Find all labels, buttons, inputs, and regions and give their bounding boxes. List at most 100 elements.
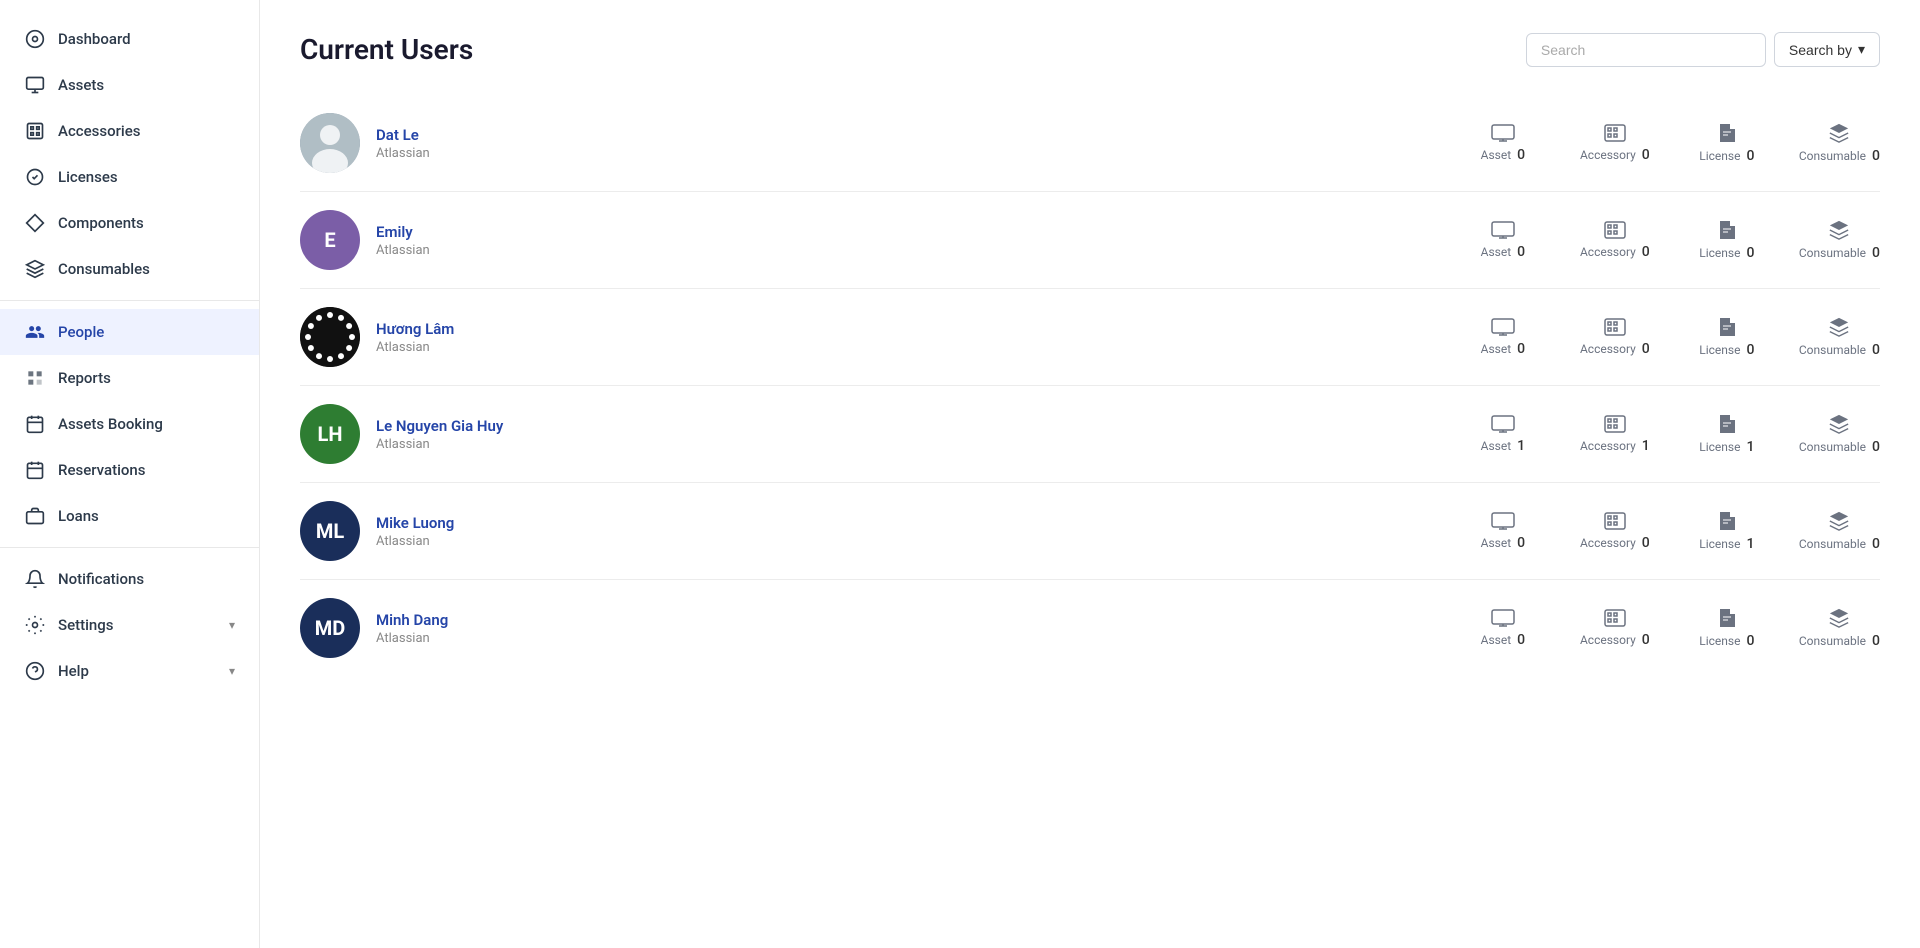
stat-value-license: 1 bbox=[1746, 439, 1754, 455]
user-name[interactable]: Mike Luong bbox=[376, 514, 872, 532]
table-row: Hương LâmAtlassianAsset0Accessory0Licens… bbox=[300, 289, 1880, 386]
sidebar-item-loans[interactable]: Loans bbox=[0, 493, 259, 539]
asset-icon bbox=[1491, 317, 1515, 337]
user-company: Atlassian bbox=[376, 243, 872, 258]
user-name[interactable]: Le Nguyen Gia Huy bbox=[376, 417, 872, 435]
avatar-initials: LH bbox=[318, 422, 343, 446]
reports-icon bbox=[24, 367, 46, 389]
sidebar-label-reports: Reports bbox=[58, 369, 111, 387]
stat-value-asset: 0 bbox=[1517, 147, 1525, 163]
sidebar-item-assets-booking[interactable]: Assets Booking bbox=[0, 401, 259, 447]
user-name[interactable]: Emily bbox=[376, 223, 872, 241]
consumable-icon bbox=[1828, 316, 1850, 338]
loans-icon bbox=[24, 505, 46, 527]
sidebar-label-consumables: Consumables bbox=[58, 260, 150, 278]
stat-label-license: License bbox=[1699, 634, 1740, 648]
table-row: Dat LeAtlassianAsset0Accessory0License0C… bbox=[300, 95, 1880, 192]
chevron-down-icon: ▾ bbox=[229, 618, 235, 632]
sidebar-label-people: People bbox=[58, 323, 104, 341]
sidebar-item-dashboard[interactable]: Dashboard bbox=[0, 16, 259, 62]
sidebar-item-accessories[interactable]: Accessories bbox=[0, 108, 259, 154]
stat-label-license: License bbox=[1699, 440, 1740, 454]
sidebar-label-components: Components bbox=[58, 214, 144, 232]
license-icon bbox=[1716, 219, 1738, 241]
sidebar-item-components[interactable]: Components bbox=[0, 200, 259, 246]
stat-label-accessory: Accessory bbox=[1580, 148, 1636, 162]
stat-consumable: Consumable0 bbox=[1799, 219, 1880, 261]
stat-value-asset: 0 bbox=[1517, 535, 1525, 551]
stat-value-accessory: 1 bbox=[1642, 438, 1650, 454]
user-company: Atlassian bbox=[376, 340, 872, 355]
stat-label-asset: Asset bbox=[1481, 633, 1512, 647]
sidebar-label-licenses: Licenses bbox=[58, 168, 118, 186]
stat-consumable: Consumable0 bbox=[1799, 510, 1880, 552]
sidebar-label-accessories: Accessories bbox=[58, 122, 140, 140]
sidebar-label-help: Help bbox=[58, 662, 89, 680]
user-name[interactable]: Minh Dang bbox=[376, 611, 872, 629]
sidebar-label-dashboard: Dashboard bbox=[58, 30, 131, 48]
search-by-button[interactable]: Search by ▾ bbox=[1774, 32, 1880, 67]
sidebar-label-loans: Loans bbox=[58, 507, 99, 525]
search-input[interactable] bbox=[1526, 33, 1766, 67]
settings-icon bbox=[24, 614, 46, 636]
license-icon bbox=[1716, 413, 1738, 435]
sidebar-item-reservations[interactable]: Reservations bbox=[0, 447, 259, 493]
stat-accessory: Accessory0 bbox=[1575, 608, 1655, 648]
stat-value-asset: 1 bbox=[1517, 438, 1525, 454]
user-name[interactable]: Hương Lâm bbox=[376, 320, 872, 338]
stat-label-license: License bbox=[1699, 537, 1740, 551]
sidebar-item-notifications[interactable]: Notifications bbox=[0, 556, 259, 602]
stat-value-consumable: 0 bbox=[1872, 148, 1880, 164]
stat-label-accessory: Accessory bbox=[1580, 245, 1636, 259]
user-info: Dat LeAtlassian bbox=[376, 126, 872, 161]
asset-icon bbox=[1491, 511, 1515, 531]
table-row: MLMike LuongAtlassianAsset0Accessory0Lic… bbox=[300, 483, 1880, 580]
sidebar-item-reports[interactable]: Reports bbox=[0, 355, 259, 401]
sidebar-item-consumables[interactable]: Consumables bbox=[0, 246, 259, 292]
license-icon bbox=[1716, 510, 1738, 532]
stat-label-consumable: Consumable bbox=[1799, 246, 1866, 260]
stat-value-license: 0 bbox=[1746, 245, 1754, 261]
user-name[interactable]: Dat Le bbox=[376, 126, 872, 144]
stat-label-accessory: Accessory bbox=[1580, 439, 1636, 453]
sidebar-item-help[interactable]: Help▾ bbox=[0, 648, 259, 694]
avatar: LH bbox=[300, 404, 360, 464]
accessory-icon bbox=[1603, 317, 1627, 337]
page-header: Current Users Search by ▾ bbox=[300, 32, 1880, 67]
stat-label-consumable: Consumable bbox=[1799, 537, 1866, 551]
asset-icon bbox=[1491, 414, 1515, 434]
stat-label-accessory: Accessory bbox=[1580, 633, 1636, 647]
stats-group: Asset1Accessory1License1Consumable0 bbox=[888, 413, 1880, 455]
sidebar-item-licenses[interactable]: Licenses bbox=[0, 154, 259, 200]
stat-consumable: Consumable 0 bbox=[1799, 122, 1880, 164]
stat-consumable: Consumable0 bbox=[1799, 316, 1880, 358]
stats-group: Asset0Accessory0License1Consumable0 bbox=[888, 510, 1880, 552]
stat-accessory: Accessory 1 bbox=[1575, 414, 1655, 454]
accessory-icon bbox=[1603, 414, 1627, 434]
stat-label-asset: Asset bbox=[1481, 536, 1512, 550]
sidebar-item-people[interactable]: People bbox=[0, 309, 259, 355]
consumable-icon bbox=[1828, 219, 1850, 241]
stat-value-asset: 0 bbox=[1517, 244, 1525, 260]
sidebar-item-assets[interactable]: Assets bbox=[0, 62, 259, 108]
stat-value-consumable: 0 bbox=[1872, 439, 1880, 455]
table-row: EEmilyAtlassianAsset0Accessory0License0C… bbox=[300, 192, 1880, 289]
stat-asset: Asset0 bbox=[1463, 317, 1543, 357]
stat-accessory: Accessory0 bbox=[1575, 511, 1655, 551]
sidebar-label-reservations: Reservations bbox=[58, 461, 145, 479]
stat-asset: Asset1 bbox=[1463, 414, 1543, 454]
sidebar: Dashboard Assets Accessories Licenses Compon… bbox=[0, 0, 260, 948]
license-icon bbox=[1716, 122, 1738, 144]
stat-value-consumable: 0 bbox=[1872, 633, 1880, 649]
page-title: Current Users bbox=[300, 33, 473, 66]
user-company: Atlassian bbox=[376, 534, 872, 549]
sidebar-item-settings[interactable]: Settings▾ bbox=[0, 602, 259, 648]
stat-value-accessory: 0 bbox=[1642, 341, 1650, 357]
stat-label-accessory: Accessory bbox=[1580, 342, 1636, 356]
stat-label-consumable: Consumable bbox=[1799, 149, 1866, 163]
asset-icon bbox=[1491, 123, 1515, 143]
sidebar-label-notifications: Notifications bbox=[58, 570, 144, 588]
accessories-icon bbox=[24, 120, 46, 142]
user-info: Mike Luong Atlassian bbox=[376, 514, 872, 549]
stat-asset: Asset0 bbox=[1463, 123, 1543, 163]
